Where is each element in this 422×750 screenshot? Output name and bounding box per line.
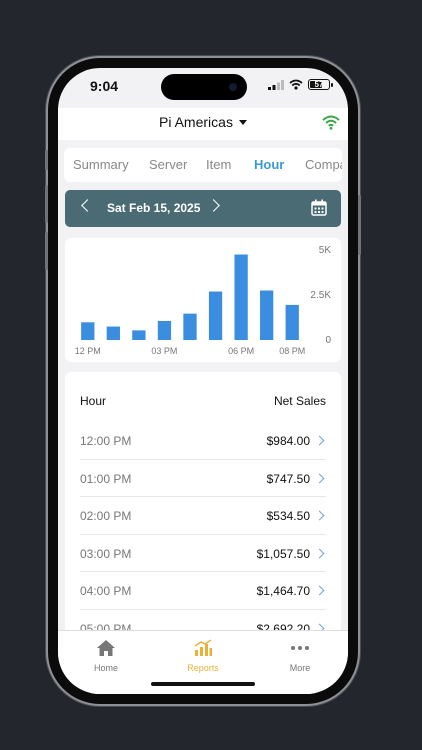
nav-home[interactable]: Home: [66, 639, 146, 673]
chevron-right-icon[interactable]: [207, 199, 220, 212]
chart-bar[interactable]: [106, 326, 120, 340]
chevron-right-icon: [314, 435, 325, 446]
nav-more[interactable]: More: [260, 639, 340, 673]
chart-bar[interactable]: [285, 304, 299, 340]
row-hour: 03:00 PM: [80, 546, 132, 561]
table-row[interactable]: 12:00 PM $984.00: [80, 422, 326, 460]
battery-icon: 57: [308, 79, 333, 90]
table-row[interactable]: 01:00 PM $747.50: [80, 460, 326, 497]
tab-comparison[interactable]: Compa: [305, 157, 342, 172]
tab-summary[interactable]: Summary: [73, 157, 129, 172]
phone-power-button: [358, 195, 361, 255]
home-icon: [97, 640, 115, 656]
x-tick-label: 03 PM: [151, 346, 177, 356]
hourly-sales-chart: 12 PM 03 PM 06 PM 08 PM 5K 2.5K 0: [65, 238, 341, 362]
chart-bar[interactable]: [183, 313, 197, 340]
caret-down-icon: [238, 120, 247, 125]
reports-icon: [194, 639, 212, 656]
row-net-sales: $1,057.50: [256, 546, 310, 561]
phone-volume-down: [45, 232, 48, 270]
column-header-hour: Hour: [80, 394, 107, 408]
chevron-right-icon: [314, 548, 325, 558]
y-tick-label: 0: [325, 335, 331, 346]
table-row[interactable]: 03:00 PM $1,057.50: [80, 535, 326, 572]
selected-date[interactable]: Sat Feb 15, 2025: [107, 201, 200, 215]
y-tick-label: 2.5K: [310, 290, 331, 301]
row-net-sales: $534.50: [266, 509, 310, 523]
column-header-net-sales: Net Sales: [273, 394, 326, 408]
chevron-right-icon: [314, 585, 325, 596]
date-navigator: Sat Feb 15, 2025: [65, 190, 341, 227]
chart-bar[interactable]: [234, 254, 248, 341]
calendar-icon[interactable]: [311, 199, 327, 216]
table-rows: 12:00 PM $984.00 01:00 PM $747.50 02:00 PM $5…: [80, 422, 326, 647]
phone-volume-up: [45, 185, 48, 223]
dynamic-island: [161, 74, 247, 100]
chart-bar[interactable]: [260, 290, 274, 341]
chart-bar[interactable]: [81, 322, 95, 340]
row-hour: 02:00 PM: [80, 509, 132, 523]
table-row[interactable]: 04:00 PM $1,464.70: [80, 572, 326, 610]
table-row[interactable]: 02:00 PM $534.50: [80, 497, 326, 535]
row-hour: 04:00 PM: [80, 584, 132, 598]
chevron-left-icon[interactable]: [81, 199, 94, 212]
bar-chart: 12 PM 03 PM 06 PM 08 PM 5K 2.5K 0: [75, 245, 332, 356]
hourly-sales-table: Hour Net Sales 12:00 PM $984.00 01:00 PM $7…: [65, 372, 341, 672]
nav-reports-label: Reports: [187, 663, 219, 673]
tab-item[interactable]: Item: [206, 157, 231, 172]
chart-bar[interactable]: [208, 291, 223, 340]
tab-hour[interactable]: Hour: [254, 157, 284, 172]
location-selector[interactable]: Pi Americas: [58, 114, 348, 130]
wifi-connection-icon[interactable]: [322, 114, 340, 130]
table-header: Hour Net Sales: [80, 394, 326, 408]
chart-bar[interactable]: [157, 320, 172, 340]
row-net-sales: $1,464.70: [256, 584, 310, 598]
app-screen: 9:04 57 Pi Americas Summary Server Item …: [58, 68, 348, 694]
wifi-status-icon: [289, 79, 303, 90]
chart-bar[interactable]: [132, 330, 146, 340]
row-hour: 12:00 PM: [80, 434, 132, 448]
nav-reports[interactable]: Reports: [163, 639, 243, 673]
nav-more-label: More: [289, 663, 311, 673]
home-indicator: [151, 682, 255, 686]
bottom-navigation: Home Reports More: [58, 630, 348, 694]
row-hour: 01:00 PM: [80, 471, 132, 486]
cellular-signal-icon: [268, 79, 284, 90]
row-net-sales: $984.00: [266, 434, 310, 448]
more-icon: [291, 646, 309, 650]
status-icons: 57: [268, 79, 333, 90]
row-net-sales: $747.50: [266, 471, 310, 486]
chevron-right-icon: [314, 510, 325, 521]
location-name: Pi Americas: [159, 114, 233, 130]
nav-home-label: Home: [93, 663, 118, 673]
status-time: 9:04: [90, 78, 119, 94]
x-tick-label: 12 PM: [75, 346, 101, 356]
chevron-right-icon: [314, 473, 325, 483]
x-tick-label: 08 PM: [279, 346, 305, 356]
y-tick-label: 5K: [319, 245, 332, 256]
status-bar: 9:04 57: [58, 68, 348, 108]
report-tabs: Summary Server Item Hour Compa: [64, 148, 342, 182]
phone-side-button: [45, 150, 48, 170]
app-header: Pi Americas: [58, 108, 348, 140]
x-tick-label: 06 PM: [228, 346, 254, 356]
tab-server[interactable]: Server: [149, 157, 187, 172]
